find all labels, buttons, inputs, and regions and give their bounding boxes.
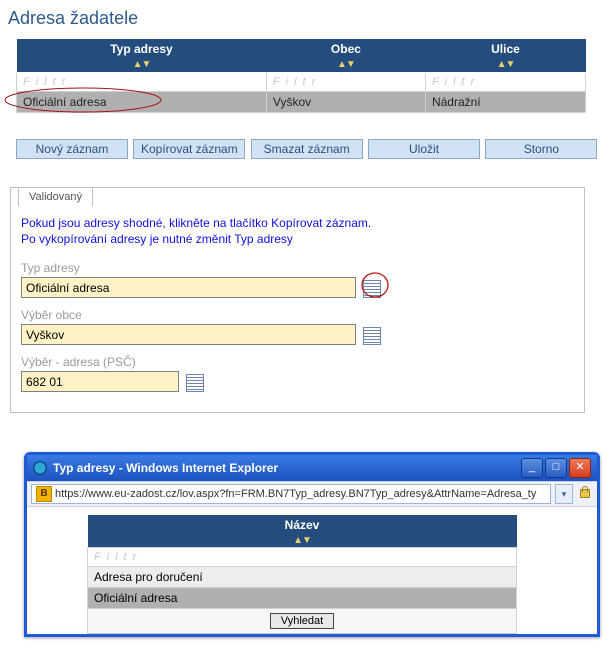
lov-option[interactable]: Adresa pro doručení (88, 567, 517, 588)
sort-icon[interactable]: ▲▼ (337, 59, 355, 70)
detail-pane: Validovaný Pokud jsou adresy shodné, kli… (10, 187, 585, 413)
obec-picker-icon[interactable] (363, 327, 381, 345)
lock-icon (577, 486, 593, 502)
cell-ulice: Nádražní (425, 92, 585, 113)
button-bar: Nový záznam Kopírovat záznam Smazat zázn… (16, 139, 605, 159)
typ-field[interactable] (21, 277, 356, 298)
favicon-icon: B (36, 486, 52, 502)
table-row[interactable]: Oficiální adresa Vyškov Nádražní (17, 92, 586, 113)
save-button[interactable]: Uložit (368, 139, 480, 159)
filter-typ[interactable]: Filtr (17, 73, 267, 92)
lov-dialog: Typ adresy - Windows Internet Explorer _… (24, 452, 600, 637)
typ-label: Typ adresy (21, 261, 574, 275)
psc-label: Výběr - adresa (PSČ) (21, 355, 574, 369)
psc-picker-icon[interactable] (186, 374, 204, 392)
page-title: Adresa žadatele (8, 8, 605, 29)
obec-field[interactable] (21, 324, 356, 345)
lov-filter[interactable]: Filtr (88, 548, 517, 567)
close-icon[interactable]: ✕ (569, 458, 591, 478)
lov-table: Název▲▼ Filtr Adresa pro doručení Oficiá… (87, 515, 517, 634)
copy-button[interactable]: Kopírovat záznam (133, 139, 245, 159)
sort-icon[interactable]: ▲▼ (133, 59, 151, 70)
col-typ[interactable]: Typ adresy▲▼ (17, 39, 267, 73)
filter-ulice[interactable]: Filtr (425, 73, 585, 92)
maximize-icon[interactable]: □ (545, 458, 567, 478)
dialog-title-text: Typ adresy - Windows Internet Explorer (53, 461, 278, 475)
col-obec[interactable]: Obec▲▼ (266, 39, 425, 73)
tab-validated[interactable]: Validovaný (18, 187, 93, 207)
typ-picker-icon[interactable] (363, 280, 381, 298)
sort-icon[interactable]: ▲▼ (293, 535, 311, 546)
filter-obec[interactable]: Filtr (266, 73, 425, 92)
hint-text: Pokud jsou adresy shodné, klikněte na tl… (21, 215, 574, 247)
cell-obec: Vyškov (266, 92, 425, 113)
ie-icon (33, 461, 47, 475)
obec-label: Výběr obce (21, 308, 574, 322)
url-dropdown-icon[interactable]: ▾ (555, 484, 573, 504)
delete-button[interactable]: Smazat záznam (251, 139, 363, 159)
search-button[interactable]: Vyhledat (270, 613, 334, 629)
col-ulice[interactable]: Ulice▲▼ (425, 39, 585, 73)
new-button[interactable]: Nový záznam (16, 139, 128, 159)
address-table: Typ adresy▲▼ Obec▲▼ Ulice▲▼ Filtr Filtr … (16, 39, 586, 113)
sort-icon[interactable]: ▲▼ (497, 59, 515, 70)
dialog-titlebar[interactable]: Typ adresy - Windows Internet Explorer _… (27, 455, 597, 481)
cancel-button[interactable]: Storno (485, 139, 597, 159)
cell-typ: Oficiální adresa (23, 95, 106, 109)
minimize-icon[interactable]: _ (521, 458, 543, 478)
address-bar[interactable]: Bhttps://www.eu-zadost.cz/lov.aspx?fn=FR… (31, 484, 551, 504)
psc-field[interactable] (21, 371, 179, 392)
lov-header[interactable]: Název▲▼ (88, 515, 517, 548)
lov-option[interactable]: Oficiální adresa (88, 588, 517, 609)
